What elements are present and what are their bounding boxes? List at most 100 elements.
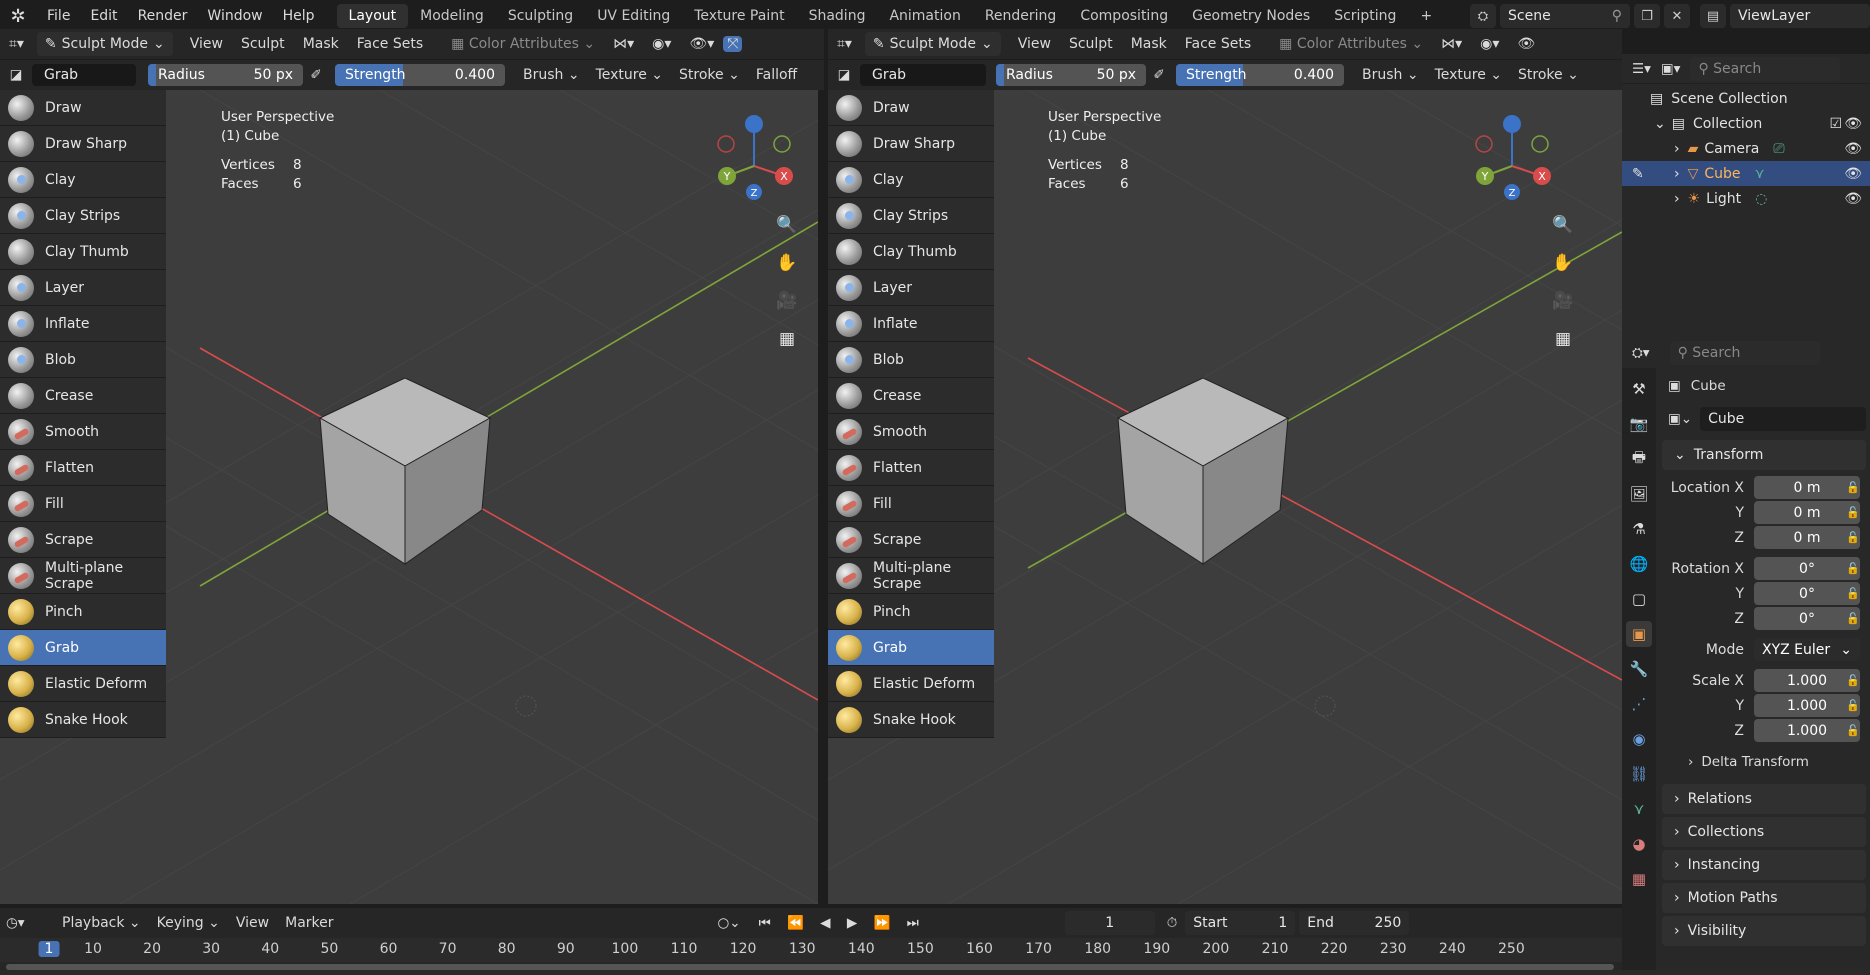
- menu-file[interactable]: File: [37, 0, 80, 32]
- tool-name-field[interactable]: Grab: [860, 64, 986, 86]
- tool-multi-plane-scrape[interactable]: Multi-plane Scrape: [828, 558, 994, 594]
- menu-view[interactable]: View: [1009, 36, 1060, 52]
- color-attributes-dropdown[interactable]: ▦ Color Attributes ⌄: [1270, 36, 1432, 52]
- menu-face-sets[interactable]: Face Sets: [1176, 36, 1260, 52]
- light-object-icon[interactable]: [1314, 695, 1336, 717]
- symmetry-icon[interactable]: ⋈▾: [1432, 36, 1471, 52]
- tool-name-field[interactable]: Grab: [32, 64, 136, 86]
- lock-icon[interactable]: 🔓: [1846, 587, 1860, 600]
- lock-icon[interactable]: 🔓: [1846, 724, 1860, 737]
- dyntopo-icon[interactable]: ◉▾: [1471, 36, 1508, 52]
- outliner-search[interactable]: ⚲ Search: [1690, 56, 1841, 81]
- menu-face-sets[interactable]: Face Sets: [348, 36, 432, 52]
- location-x-field[interactable]: 0 m: [1754, 476, 1860, 499]
- mode-selector[interactable]: ✎ Sculpt Mode ⌄: [36, 32, 173, 56]
- overlay-icon[interactable]: 👁▾: [680, 36, 723, 52]
- tool-draw-sharp[interactable]: Draw Sharp: [0, 126, 166, 162]
- start-frame-field[interactable]: Start 1: [1185, 911, 1296, 935]
- pressure-radius-icon[interactable]: ✐: [1146, 67, 1172, 83]
- editor-type-icon[interactable]: ☰▾: [1632, 61, 1651, 77]
- pin-icon[interactable]: ⚲: [1612, 8, 1622, 24]
- data-tab-icon[interactable]: ⋎: [1626, 796, 1652, 822]
- location-y-field[interactable]: 0 m: [1754, 501, 1860, 524]
- material-tab-icon[interactable]: ◕: [1626, 831, 1652, 857]
- tool-draw[interactable]: Draw: [828, 90, 994, 126]
- tool-scrape[interactable]: Scrape: [828, 522, 994, 558]
- tool-fill[interactable]: Fill: [0, 486, 166, 522]
- tool-snake-hook[interactable]: Snake Hook: [0, 702, 166, 738]
- tool-blob[interactable]: Blob: [828, 342, 994, 378]
- tab-rendering[interactable]: Rendering: [973, 4, 1069, 28]
- collection-tab-icon[interactable]: ▢: [1626, 586, 1652, 612]
- symmetry-icon[interactable]: ⋈▾: [604, 36, 643, 52]
- tool-smooth[interactable]: Smooth: [828, 414, 994, 450]
- lock-icon[interactable]: 🔓: [1846, 612, 1860, 625]
- gizmo-toggle-icon[interactable]: ⤧: [723, 36, 743, 52]
- motion-paths-panel-header[interactable]: › Motion Paths: [1662, 883, 1866, 913]
- texture-dropdown[interactable]: Texture ⌄: [1427, 67, 1510, 83]
- output-tab-icon[interactable]: 🖶: [1626, 446, 1652, 472]
- cube-mesh[interactable]: [1116, 377, 1290, 565]
- view-layer-tab-icon[interactable]: 🖼: [1626, 481, 1652, 507]
- auto-keying-icon[interactable]: ○⌄: [718, 915, 741, 931]
- tool-smooth[interactable]: Smooth: [0, 414, 166, 450]
- right-viewport[interactable]: Draw Draw Sharp Clay Clay Strips Clay Th…: [828, 90, 1622, 904]
- scale-z-field[interactable]: 1.000: [1754, 719, 1860, 742]
- pressure-radius-icon[interactable]: ✐: [303, 67, 329, 83]
- end-frame-field[interactable]: End 250: [1299, 911, 1410, 935]
- tool-scrape[interactable]: Scrape: [0, 522, 166, 558]
- brush-icon[interactable]: ◪: [0, 67, 32, 83]
- relations-panel-header[interactable]: › Relations: [1662, 784, 1866, 814]
- tool-multi-plane-scrape[interactable]: Multi-plane Scrape: [0, 558, 166, 594]
- brush-dropdown[interactable]: Brush ⌄: [1354, 67, 1427, 83]
- camera-view-icon[interactable]: 🎥: [772, 286, 802, 316]
- color-attributes-dropdown[interactable]: ▦ Color Attributes ⌄: [442, 36, 604, 52]
- tool-elastic-deform[interactable]: Elastic Deform: [828, 666, 994, 702]
- lock-icon[interactable]: 🔓: [1846, 674, 1860, 687]
- menu-mask[interactable]: Mask: [294, 36, 348, 52]
- zoom-icon[interactable]: 🔍: [1548, 210, 1578, 240]
- editor-type-icon[interactable]: ⌗▾: [828, 36, 861, 52]
- tool-clay-thumb[interactable]: Clay Thumb: [828, 234, 994, 270]
- tool-layer[interactable]: Layer: [828, 270, 994, 306]
- chevron-right-icon[interactable]: ›: [1674, 141, 1680, 157]
- tool-snake-hook[interactable]: Snake Hook: [828, 702, 994, 738]
- tool-elastic-deform[interactable]: Elastic Deform: [0, 666, 166, 702]
- datablock-field[interactable]: Cube: [1700, 407, 1866, 431]
- lock-icon[interactable]: 🔓: [1846, 562, 1860, 575]
- frame-ruler[interactable]: 1 10 20 30 40 50 60 70 80 90 100 110 120 130 140 150 160…: [0, 938, 1622, 962]
- blender-logo-icon[interactable]: ✲: [5, 3, 31, 29]
- scene-tab-icon[interactable]: ⚗: [1626, 516, 1652, 542]
- tool-grab[interactable]: Grab: [0, 630, 166, 666]
- playback-controls[interactable]: ⏮ ⏪ ◀ ▶ ⏩ ⏭: [759, 915, 925, 931]
- falloff-dropdown[interactable]: Falloff: [748, 67, 805, 83]
- rotation-mode-dropdown[interactable]: XYZ Euler ⌄: [1754, 638, 1860, 661]
- modifier-tab-icon[interactable]: 🔧: [1626, 656, 1652, 682]
- lock-icon[interactable]: 🔓: [1846, 481, 1860, 494]
- eye-icon[interactable]: 👁: [1844, 141, 1862, 157]
- stopwatch-icon[interactable]: ⏱: [1167, 915, 1178, 931]
- lock-icon[interactable]: 🔓: [1846, 531, 1860, 544]
- tab-modeling[interactable]: Modeling: [408, 4, 496, 28]
- tab-texture-paint[interactable]: Texture Paint: [682, 4, 796, 28]
- tool-crease[interactable]: Crease: [828, 378, 994, 414]
- tool-flatten[interactable]: Flatten: [828, 450, 994, 486]
- menu-edit[interactable]: Edit: [80, 0, 127, 32]
- view-layer-icon[interactable]: ▤: [1700, 4, 1726, 28]
- tool-clay[interactable]: Clay: [828, 162, 994, 198]
- pan-hand-icon[interactable]: ✋: [1548, 248, 1578, 278]
- menu-help[interactable]: Help: [273, 0, 325, 32]
- lock-icon[interactable]: 🔓: [1846, 506, 1860, 519]
- outliner-item-light[interactable]: › ☀ Light ◌ 👁: [1622, 186, 1870, 211]
- texture-tab-icon[interactable]: ▦: [1626, 866, 1652, 892]
- marker-menu[interactable]: Marker: [277, 915, 341, 931]
- menu-window[interactable]: Window: [197, 0, 272, 32]
- navigation-gizmo[interactable]: X Y Z: [1470, 114, 1560, 204]
- eye-icon[interactable]: 👁: [1844, 116, 1862, 132]
- tab-shading[interactable]: Shading: [797, 4, 878, 28]
- tool-crease[interactable]: Crease: [0, 378, 166, 414]
- texture-dropdown[interactable]: Texture ⌄: [588, 67, 671, 83]
- collection-checkbox-icon[interactable]: ☑: [1829, 116, 1842, 132]
- chevron-right-icon[interactable]: ›: [1674, 191, 1680, 207]
- rotation-y-field[interactable]: 0°: [1754, 582, 1860, 605]
